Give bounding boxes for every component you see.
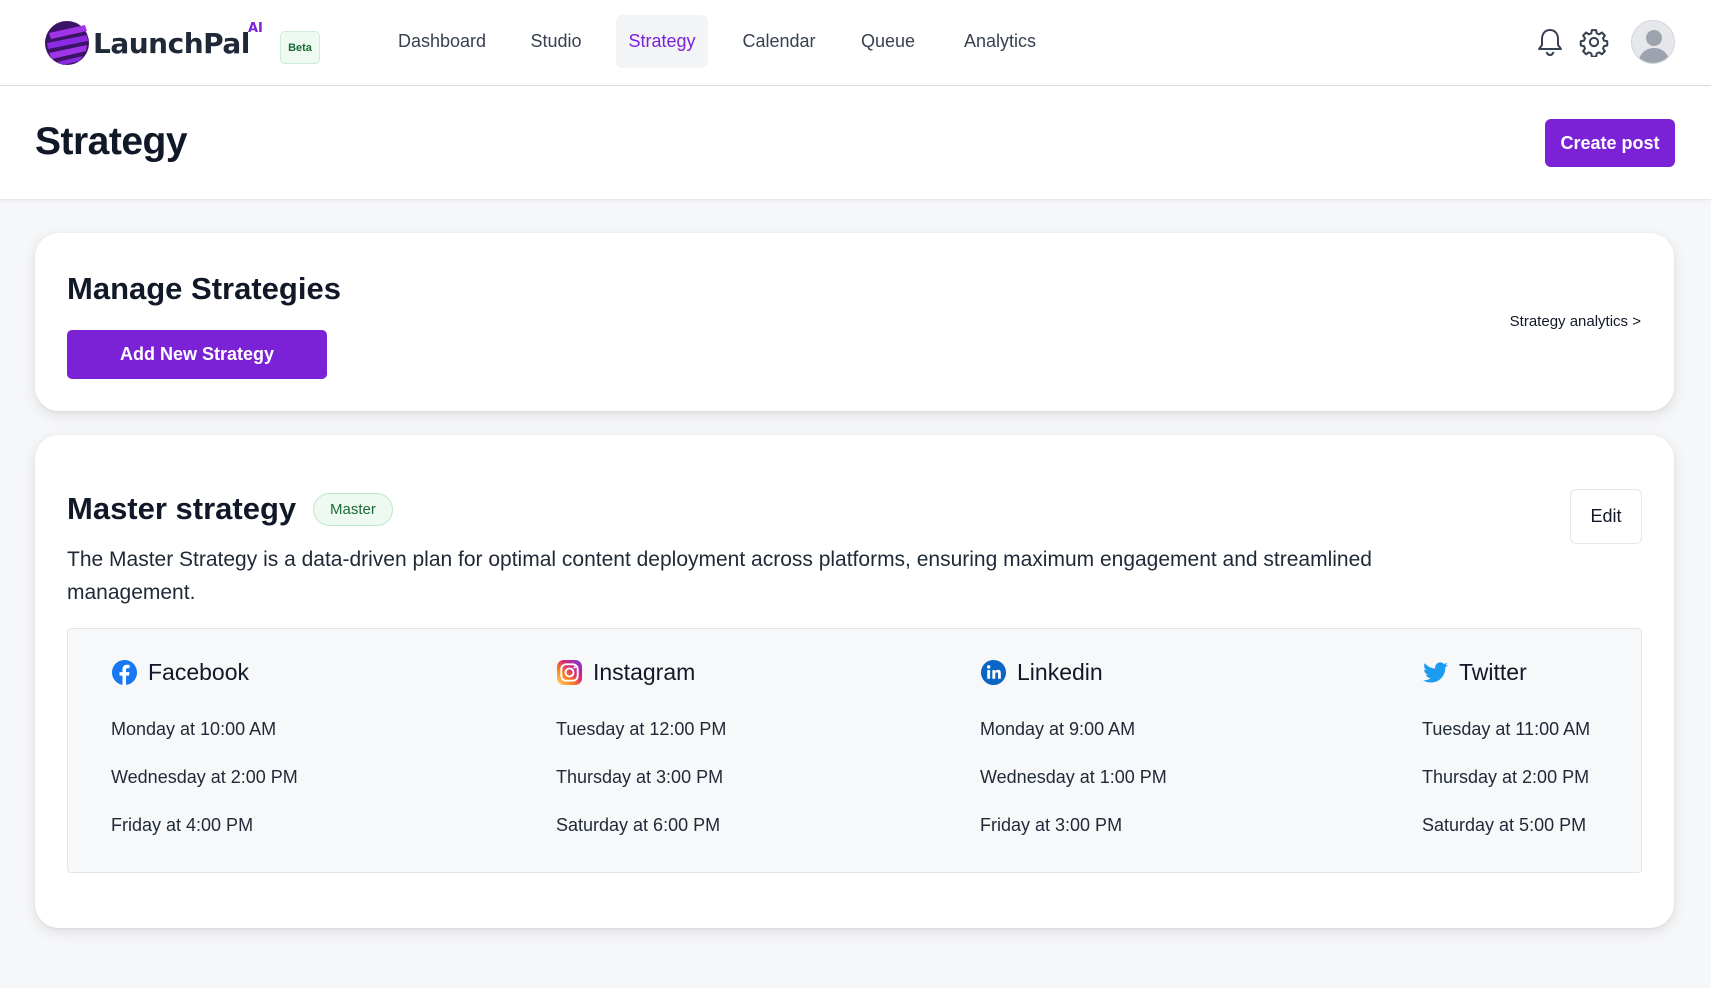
beta-badge: Beta — [280, 31, 320, 64]
create-post-button[interactable]: Create post — [1545, 119, 1675, 167]
schedule-slot: Saturday at 5:00 PM — [1422, 814, 1587, 835]
platform-column-facebook: Facebook Monday at 10:00 AM Wednesday at… — [111, 655, 298, 849]
manage-strategies-card: Manage Strategies Add New Strategy Strat… — [35, 233, 1674, 411]
platform-header: Twitter — [1422, 655, 1590, 689]
schedule-slot: Monday at 9:00 AM — [980, 718, 1136, 739]
nav-dashboard[interactable]: Dashboard — [382, 15, 502, 68]
manage-strategies-title: Manage Strategies — [67, 271, 341, 306]
facebook-icon — [111, 659, 138, 685]
schedule-slot: Saturday at 6:00 PM — [556, 814, 721, 835]
gear-icon[interactable] — [1578, 26, 1610, 58]
nav-queue[interactable]: Queue — [850, 15, 926, 68]
instagram-icon — [556, 659, 583, 685]
strategy-analytics-link[interactable]: Strategy analytics > — [1510, 313, 1641, 330]
logo-text: LaunchPal — [93, 26, 250, 60]
schedule-slot: Friday at 3:00 PM — [980, 814, 1123, 835]
platform-name: Instagram — [593, 658, 696, 685]
logo-ai-superscript: AI — [248, 21, 263, 36]
platform-header: Instagram — [556, 655, 726, 689]
schedule-slot: Wednesday at 1:00 PM — [980, 766, 1167, 787]
strategy-title: Master strategy — [67, 491, 297, 526]
platform-name: Twitter — [1459, 658, 1527, 685]
platform-name: Linkedin — [1017, 658, 1103, 685]
platform-column-linkedin: Linkedin Monday at 9:00 AM Wednesday at … — [980, 655, 1167, 849]
nav-analytics[interactable]: Analytics — [950, 15, 1050, 68]
schedule-slot: Thursday at 2:00 PM — [1422, 766, 1590, 787]
nav-studio[interactable]: Studio — [515, 15, 597, 68]
logo-mark-icon — [45, 21, 89, 65]
avatar[interactable] — [1631, 20, 1675, 64]
platform-header: Facebook — [111, 655, 298, 689]
master-strategy-card: Master strategy Master Edit The Master S… — [35, 435, 1674, 928]
platform-column-twitter: Twitter Tuesday at 11:00 AM Thursday at … — [1422, 655, 1590, 849]
platform-schedule: Facebook Monday at 10:00 AM Wednesday at… — [67, 628, 1642, 873]
page-title: Strategy — [35, 120, 188, 163]
schedule-slot: Monday at 10:00 AM — [111, 718, 277, 739]
nav-calendar[interactable]: Calendar — [726, 15, 832, 68]
add-new-strategy-button[interactable]: Add New Strategy — [67, 330, 327, 379]
schedule-slot: Friday at 4:00 PM — [111, 814, 254, 835]
master-badge: Master — [313, 493, 393, 526]
page-header: Strategy Create post — [0, 86, 1711, 200]
schedule-slot: Tuesday at 11:00 AM — [1422, 718, 1591, 739]
schedule-slot: Wednesday at 2:00 PM — [111, 766, 298, 787]
strategy-description: The Master Strategy is a data-driven pla… — [67, 548, 1372, 604]
top-navbar: LaunchPal AI Beta Dashboard Studio Strat… — [0, 0, 1711, 86]
logo[interactable]: LaunchPal AI — [43, 18, 263, 68]
linkedin-icon — [980, 659, 1007, 685]
platform-column-instagram: Instagram Tuesday at 12:00 PM Thursday a… — [556, 655, 726, 849]
platform-name: Facebook — [148, 658, 250, 685]
schedule-slot: Thursday at 3:00 PM — [556, 766, 724, 787]
bell-icon[interactable] — [1534, 26, 1566, 58]
edit-strategy-button[interactable]: Edit — [1570, 489, 1642, 544]
twitter-icon — [1423, 661, 1448, 683]
platform-header: Linkedin — [980, 655, 1167, 689]
nav-strategy[interactable]: Strategy — [616, 15, 708, 68]
schedule-slot: Tuesday at 12:00 PM — [556, 718, 727, 739]
